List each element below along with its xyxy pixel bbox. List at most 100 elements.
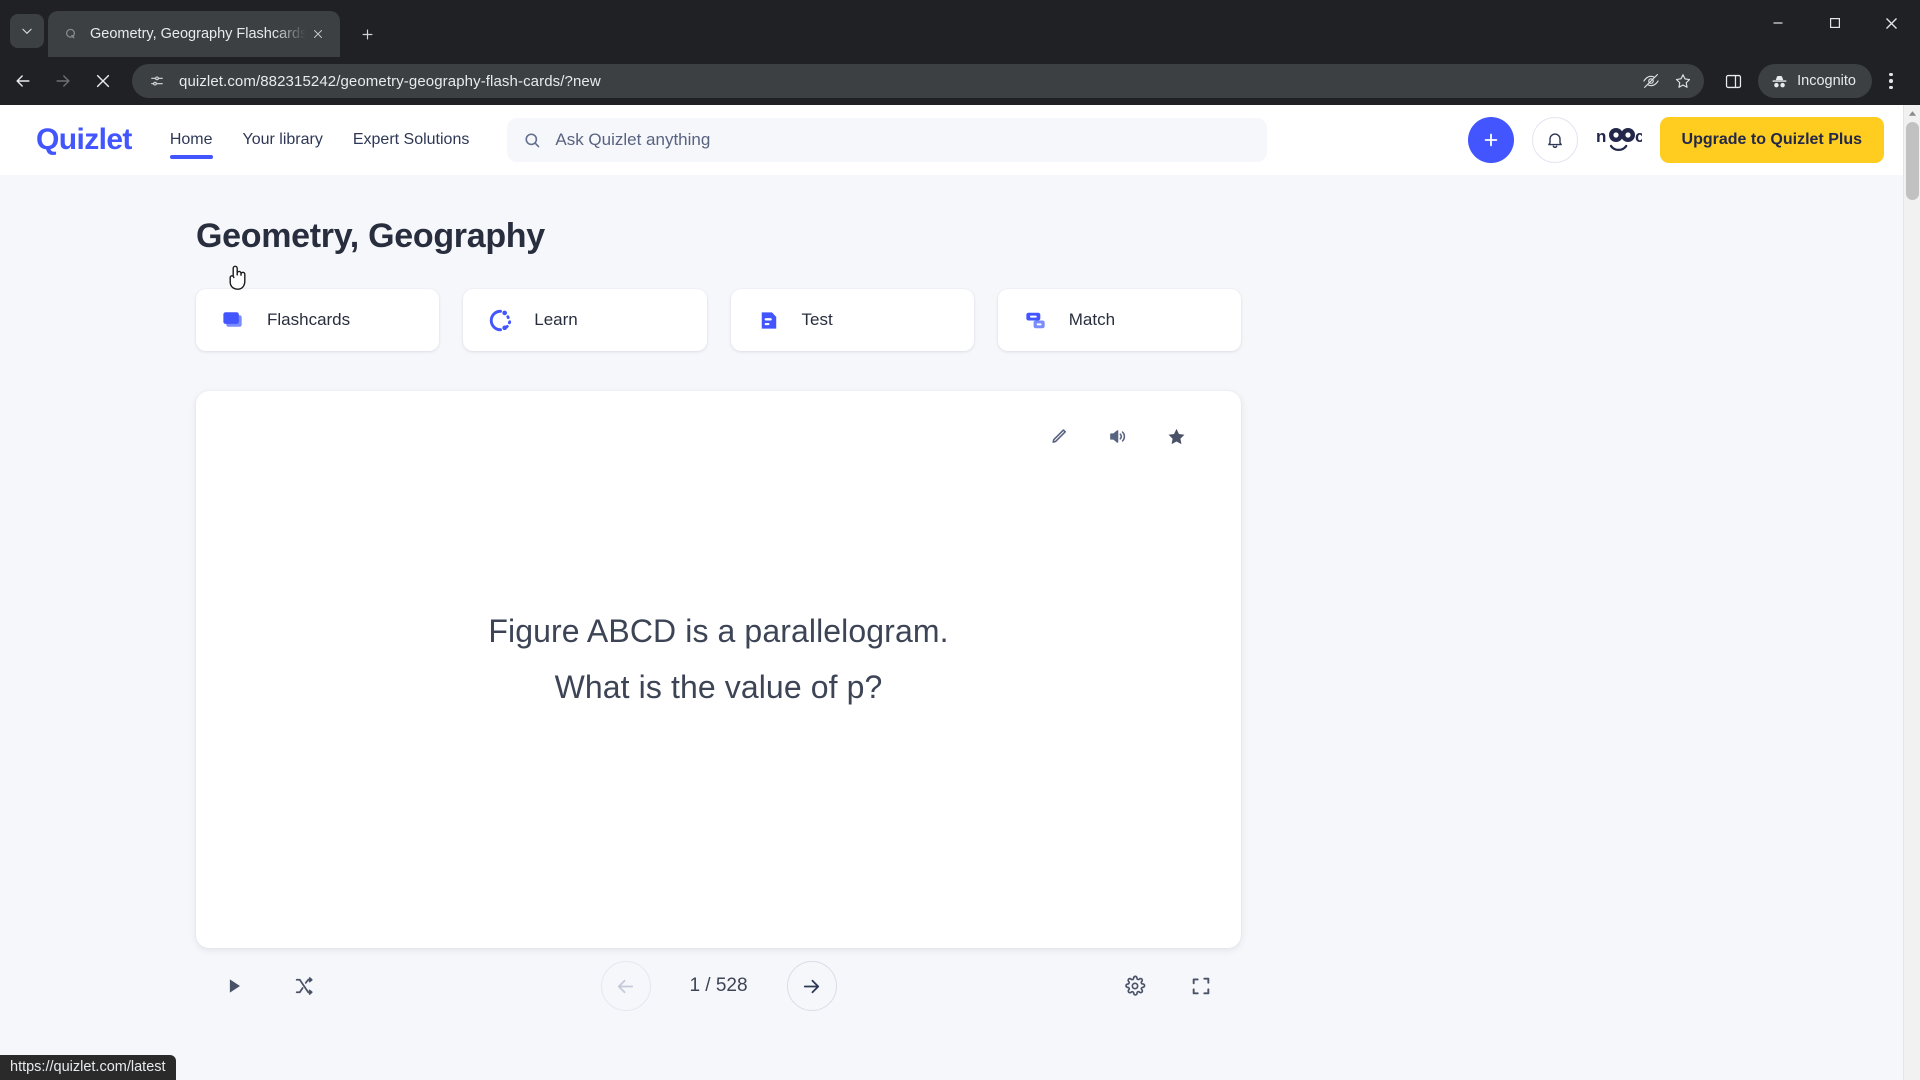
speaker-glyph <box>1109 429 1125 443</box>
study-main: Geometry, Geography Flashcards Learn Tes… <box>196 175 1241 1024</box>
new-tab-button[interactable] <box>350 17 384 51</box>
side-panel-icon <box>1725 74 1741 88</box>
favicon-glyph <box>66 28 75 38</box>
maximize-icon <box>1829 18 1840 29</box>
card-counter: 1 / 528 <box>689 975 748 996</box>
side-panel-button[interactable] <box>1714 62 1752 100</box>
notifications-button[interactable] <box>1531 117 1578 163</box>
match-blocks-icon <box>1022 307 1049 334</box>
plus-icon <box>362 29 372 39</box>
address-bar[interactable]: quizlet.com/882315242/geometry-geography… <box>132 64 1705 98</box>
fullscreen-icon <box>1192 977 1210 995</box>
play-icon <box>229 979 240 993</box>
nav-item-home[interactable]: Home <box>169 105 213 175</box>
svg-text:c: c <box>1635 127 1642 146</box>
flashcard-line-2: What is the value of p? <box>554 668 883 705</box>
match-glyph <box>1026 312 1045 328</box>
nav-item-expert-solutions[interactable]: Expert Solutions <box>353 105 470 175</box>
window-maximize-button[interactable] <box>1806 0 1863 46</box>
url-text: quizlet.com/882315242/geometry-geography… <box>179 72 601 90</box>
settings-button[interactable] <box>1121 972 1149 1000</box>
learn-circle-icon <box>487 307 514 334</box>
arrow-right-icon <box>803 979 820 993</box>
shuffle-icon <box>295 976 313 996</box>
quizlet-logo[interactable]: Quizlet <box>36 123 132 157</box>
test-document-icon <box>755 307 782 334</box>
pencil-glyph <box>1051 428 1066 443</box>
arrow-left-icon <box>617 979 634 993</box>
scroll-up-button[interactable] <box>1904 105 1920 122</box>
search-input[interactable] <box>555 130 1252 150</box>
site-search[interactable] <box>507 118 1268 162</box>
window-close-button[interactable] <box>1863 0 1920 46</box>
close-icon <box>314 30 322 38</box>
noodle-avatar-icon: n c <box>1596 127 1642 152</box>
browser-menu-button[interactable] <box>1874 62 1908 100</box>
site-nav: Home Your library Expert Solutions <box>169 105 470 175</box>
cards-icon <box>220 307 247 334</box>
tune-icon <box>151 76 163 86</box>
card-navigation: 1 / 528 <box>600 961 837 1011</box>
nav-item-your-library[interactable]: Your library <box>243 105 323 175</box>
back-button[interactable] <box>4 62 42 100</box>
create-button[interactable] <box>1467 117 1514 163</box>
mode-label: Flashcards <box>267 310 351 329</box>
stop-loading-button[interactable] <box>84 62 122 100</box>
mode-label: Learn <box>534 310 578 329</box>
test-glyph <box>761 311 776 329</box>
bookmark-star-icon[interactable] <box>1668 66 1698 96</box>
mode-test[interactable]: Test <box>730 289 974 351</box>
site-settings-icon[interactable] <box>144 68 170 94</box>
previous-card-button[interactable] <box>600 961 651 1011</box>
omnibox-actions <box>1636 64 1704 98</box>
next-card-button[interactable] <box>786 961 837 1011</box>
tab-strip: Geometry, Geography Flashcards <box>0 0 1920 57</box>
shuffle-button[interactable] <box>290 972 318 1000</box>
forward-button[interactable] <box>44 62 82 100</box>
flashcard-term: Figure ABCD is a parallelogram. What is … <box>488 604 948 714</box>
star-icon <box>1676 74 1691 88</box>
caret-up-icon <box>1908 111 1917 116</box>
close-icon <box>1886 17 1897 29</box>
avatar[interactable]: n c <box>1596 117 1642 163</box>
mode-learn[interactable]: Learn <box>463 289 707 351</box>
tab-title: Geometry, Geography Flashcards <box>90 26 306 42</box>
chevron-down-icon <box>22 28 32 34</box>
mode-label: Test <box>801 310 833 329</box>
flashcard-tools <box>1045 423 1189 449</box>
page-title: Geometry, Geography <box>196 217 545 255</box>
quizlet-favicon <box>62 26 79 43</box>
profile-label: Incognito <box>1797 73 1856 89</box>
mode-match[interactable]: Match <box>997 289 1241 351</box>
mode-flashcards[interactable]: Flashcards <box>196 289 440 351</box>
site-header: Quizlet Home Your library Expert Solutio… <box>0 105 1920 175</box>
upgrade-button[interactable]: Upgrade to Quizlet Plus <box>1659 117 1884 163</box>
audio-icon[interactable] <box>1104 423 1130 449</box>
scrollbar-thumb[interactable] <box>1906 122 1919 200</box>
arrow-right-icon <box>56 75 70 87</box>
study-mode-row: Flashcards Learn Test Match <box>196 289 1241 351</box>
header-actions: n c Upgrade to Quizlet Plus <box>1467 117 1896 163</box>
flashcard-controls: 1 / 528 <box>196 948 1241 1024</box>
mode-label: Match <box>1068 310 1116 329</box>
status-bubble: https://quizlet.com/latest <box>0 1055 176 1080</box>
flashcard-line-1: Figure ABCD is a parallelogram. <box>488 613 949 650</box>
learn-glyph <box>490 309 512 331</box>
window-minimize-button[interactable] <box>1749 0 1806 46</box>
gear-icon <box>1125 975 1146 996</box>
tab-close-button[interactable] <box>306 22 330 46</box>
close-icon <box>96 74 110 88</box>
kebab-icon <box>1889 72 1893 90</box>
play-button[interactable] <box>220 972 248 1000</box>
svg-text:n: n <box>1596 127 1606 146</box>
flashcard[interactable]: Figure ABCD is a parallelogram. What is … <box>196 391 1241 948</box>
incognito-profile-button[interactable]: Incognito <box>1758 64 1872 98</box>
tracking-protection-icon[interactable] <box>1636 66 1666 96</box>
fullscreen-button[interactable] <box>1187 972 1215 1000</box>
bell-icon <box>1547 133 1562 149</box>
page-scrollbar[interactable] <box>1903 105 1920 1080</box>
browser-tab[interactable]: Geometry, Geography Flashcards <box>48 11 340 57</box>
tab-search-button[interactable] <box>10 14 44 48</box>
edit-icon[interactable] <box>1045 423 1071 449</box>
star-icon[interactable] <box>1163 423 1189 449</box>
